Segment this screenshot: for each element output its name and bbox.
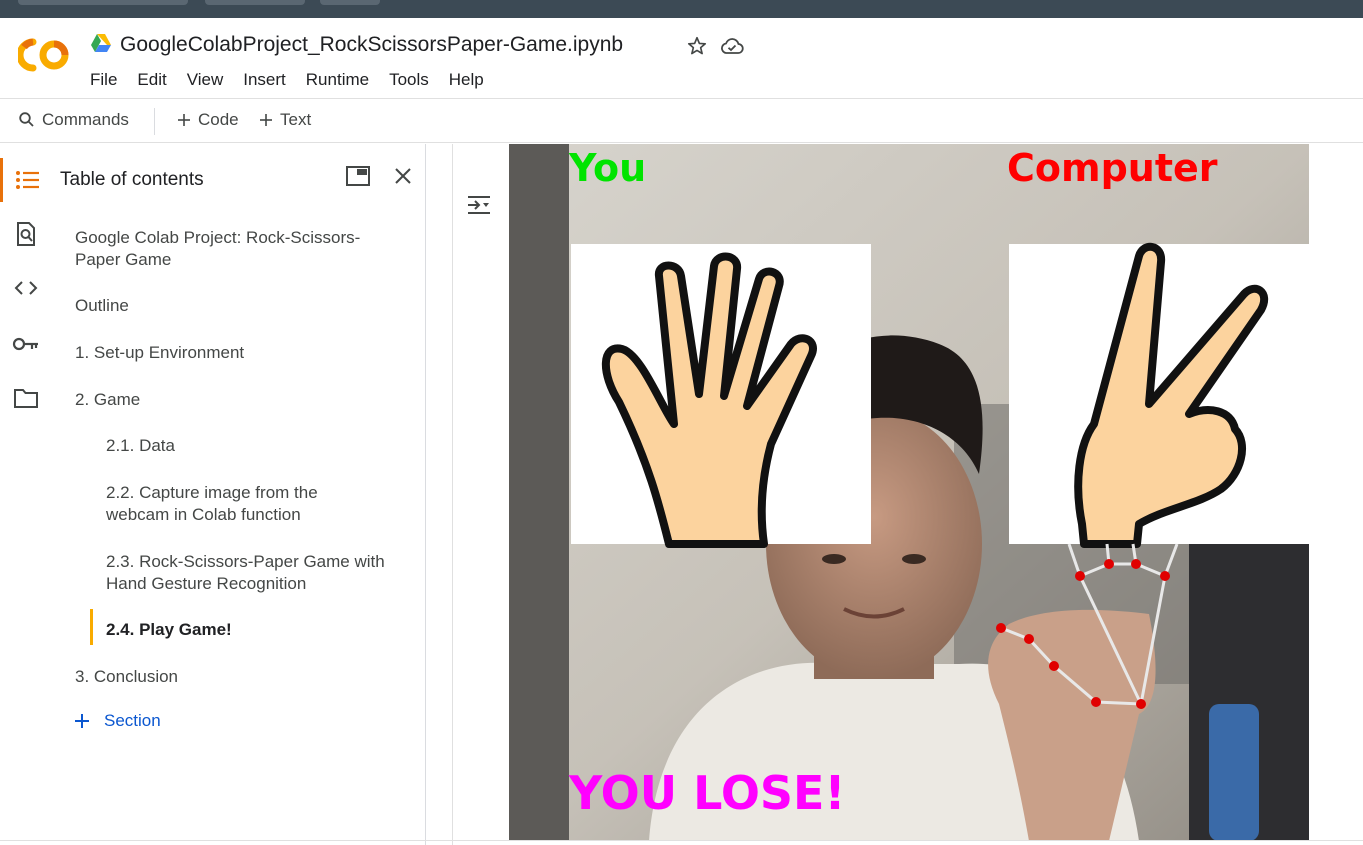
add-code-label: Code bbox=[198, 110, 239, 129]
webcam-frame bbox=[509, 144, 1309, 841]
game-result: YOU LOSE! bbox=[569, 766, 846, 820]
add-text-label: Text bbox=[280, 110, 312, 129]
menu-file[interactable]: File bbox=[90, 70, 127, 90]
toc-entry-recognition[interactable]: 2.3. Rock-Scissors-Paper Game with Hand … bbox=[106, 551, 406, 595]
toc-entry-outline[interactable]: Outline bbox=[75, 295, 129, 317]
close-panel-button[interactable] bbox=[389, 162, 417, 190]
toc-active-indicator bbox=[90, 609, 93, 645]
browser-top-strip bbox=[0, 0, 1363, 18]
menu-runtime[interactable]: Runtime bbox=[306, 70, 379, 90]
toolbar-divider bbox=[154, 108, 155, 135]
add-code-button[interactable]: Code bbox=[176, 110, 239, 130]
toc-entry-play-game[interactable]: 2.4. Play Game! bbox=[106, 619, 232, 641]
google-drive-icon bbox=[91, 34, 111, 52]
add-section-label: Section bbox=[104, 711, 161, 730]
menu-insert[interactable]: Insert bbox=[243, 70, 296, 90]
close-icon bbox=[395, 168, 411, 184]
add-section-button[interactable]: Section bbox=[74, 711, 161, 731]
menu-edit[interactable]: Edit bbox=[137, 70, 176, 90]
colab-header: GoogleColabProject_RockScissorsPaper-Gam… bbox=[0, 18, 1363, 98]
toc-entry-conclusion[interactable]: 3. Conclusion bbox=[75, 666, 178, 688]
menu-bar: File Edit View Insert Runtime Tools Help bbox=[90, 70, 504, 90]
open-in-tab-icon bbox=[346, 166, 370, 186]
notebook-title[interactable]: GoogleColabProject_RockScissorsPaper-Gam… bbox=[120, 33, 623, 57]
toc-entry-data[interactable]: 2.1. Data bbox=[106, 435, 175, 457]
water-bottle bbox=[1209, 704, 1259, 841]
plus-icon bbox=[178, 114, 190, 126]
code-snippets-toggle[interactable] bbox=[0, 266, 52, 310]
browser-tab[interactable] bbox=[320, 0, 380, 5]
list-icon bbox=[15, 171, 39, 189]
key-icon bbox=[12, 337, 38, 351]
secrets-toggle[interactable] bbox=[0, 322, 52, 366]
toc-entry-game[interactable]: 2. Game bbox=[75, 389, 140, 411]
menu-tools[interactable]: Tools bbox=[389, 70, 439, 90]
open-in-tab-button[interactable] bbox=[344, 162, 372, 190]
plus-icon bbox=[75, 714, 89, 728]
toc-title: Table of contents bbox=[60, 169, 204, 190]
search-icon bbox=[19, 112, 34, 127]
menu-view[interactable]: View bbox=[187, 70, 234, 90]
find-in-page-icon bbox=[17, 222, 35, 246]
computer-label: Computer bbox=[1007, 146, 1218, 190]
player-label: You bbox=[569, 146, 647, 190]
find-replace-toggle[interactable] bbox=[0, 212, 52, 256]
left-door bbox=[509, 144, 569, 841]
output-actions-icon[interactable] bbox=[465, 191, 493, 219]
webcam-output: You Computer YOU LOSE! bbox=[509, 144, 1309, 841]
person-eye-left bbox=[822, 554, 846, 564]
browser-tab[interactable] bbox=[18, 0, 188, 5]
files-toggle[interactable] bbox=[0, 376, 52, 420]
notebook-toolbar: Commands Code Text bbox=[0, 98, 1363, 143]
star-icon[interactable] bbox=[686, 35, 708, 57]
cloud-saved-icon[interactable] bbox=[720, 35, 744, 57]
add-text-button[interactable]: Text bbox=[258, 110, 311, 130]
folder-icon bbox=[14, 389, 38, 408]
table-of-contents-toggle[interactable] bbox=[0, 158, 52, 202]
toc-entry-title[interactable]: Google Colab Project: Rock-Scissors-Pape… bbox=[75, 227, 395, 271]
left-icon-rail bbox=[0, 144, 52, 845]
toc-entry-setup[interactable]: 1. Set-up Environment bbox=[75, 342, 244, 364]
table-of-contents-panel: Table of contents Google Colab Project: … bbox=[52, 144, 426, 845]
menu-help[interactable]: Help bbox=[449, 70, 494, 90]
commands-button[interactable]: Commands bbox=[18, 110, 129, 130]
code-icon bbox=[14, 281, 38, 295]
browser-tab[interactable] bbox=[205, 0, 305, 5]
person-eye-right bbox=[902, 554, 926, 564]
commands-label: Commands bbox=[42, 110, 129, 129]
plus-icon bbox=[260, 114, 272, 126]
toc-entry-capture[interactable]: 2.2. Capture image from the webcam in Co… bbox=[106, 482, 366, 526]
bottom-border bbox=[0, 840, 1363, 841]
notebook-main: You Computer YOU LOSE! bbox=[426, 144, 1363, 845]
colab-logo-icon[interactable] bbox=[18, 38, 70, 72]
cell-gutter bbox=[452, 144, 453, 845]
